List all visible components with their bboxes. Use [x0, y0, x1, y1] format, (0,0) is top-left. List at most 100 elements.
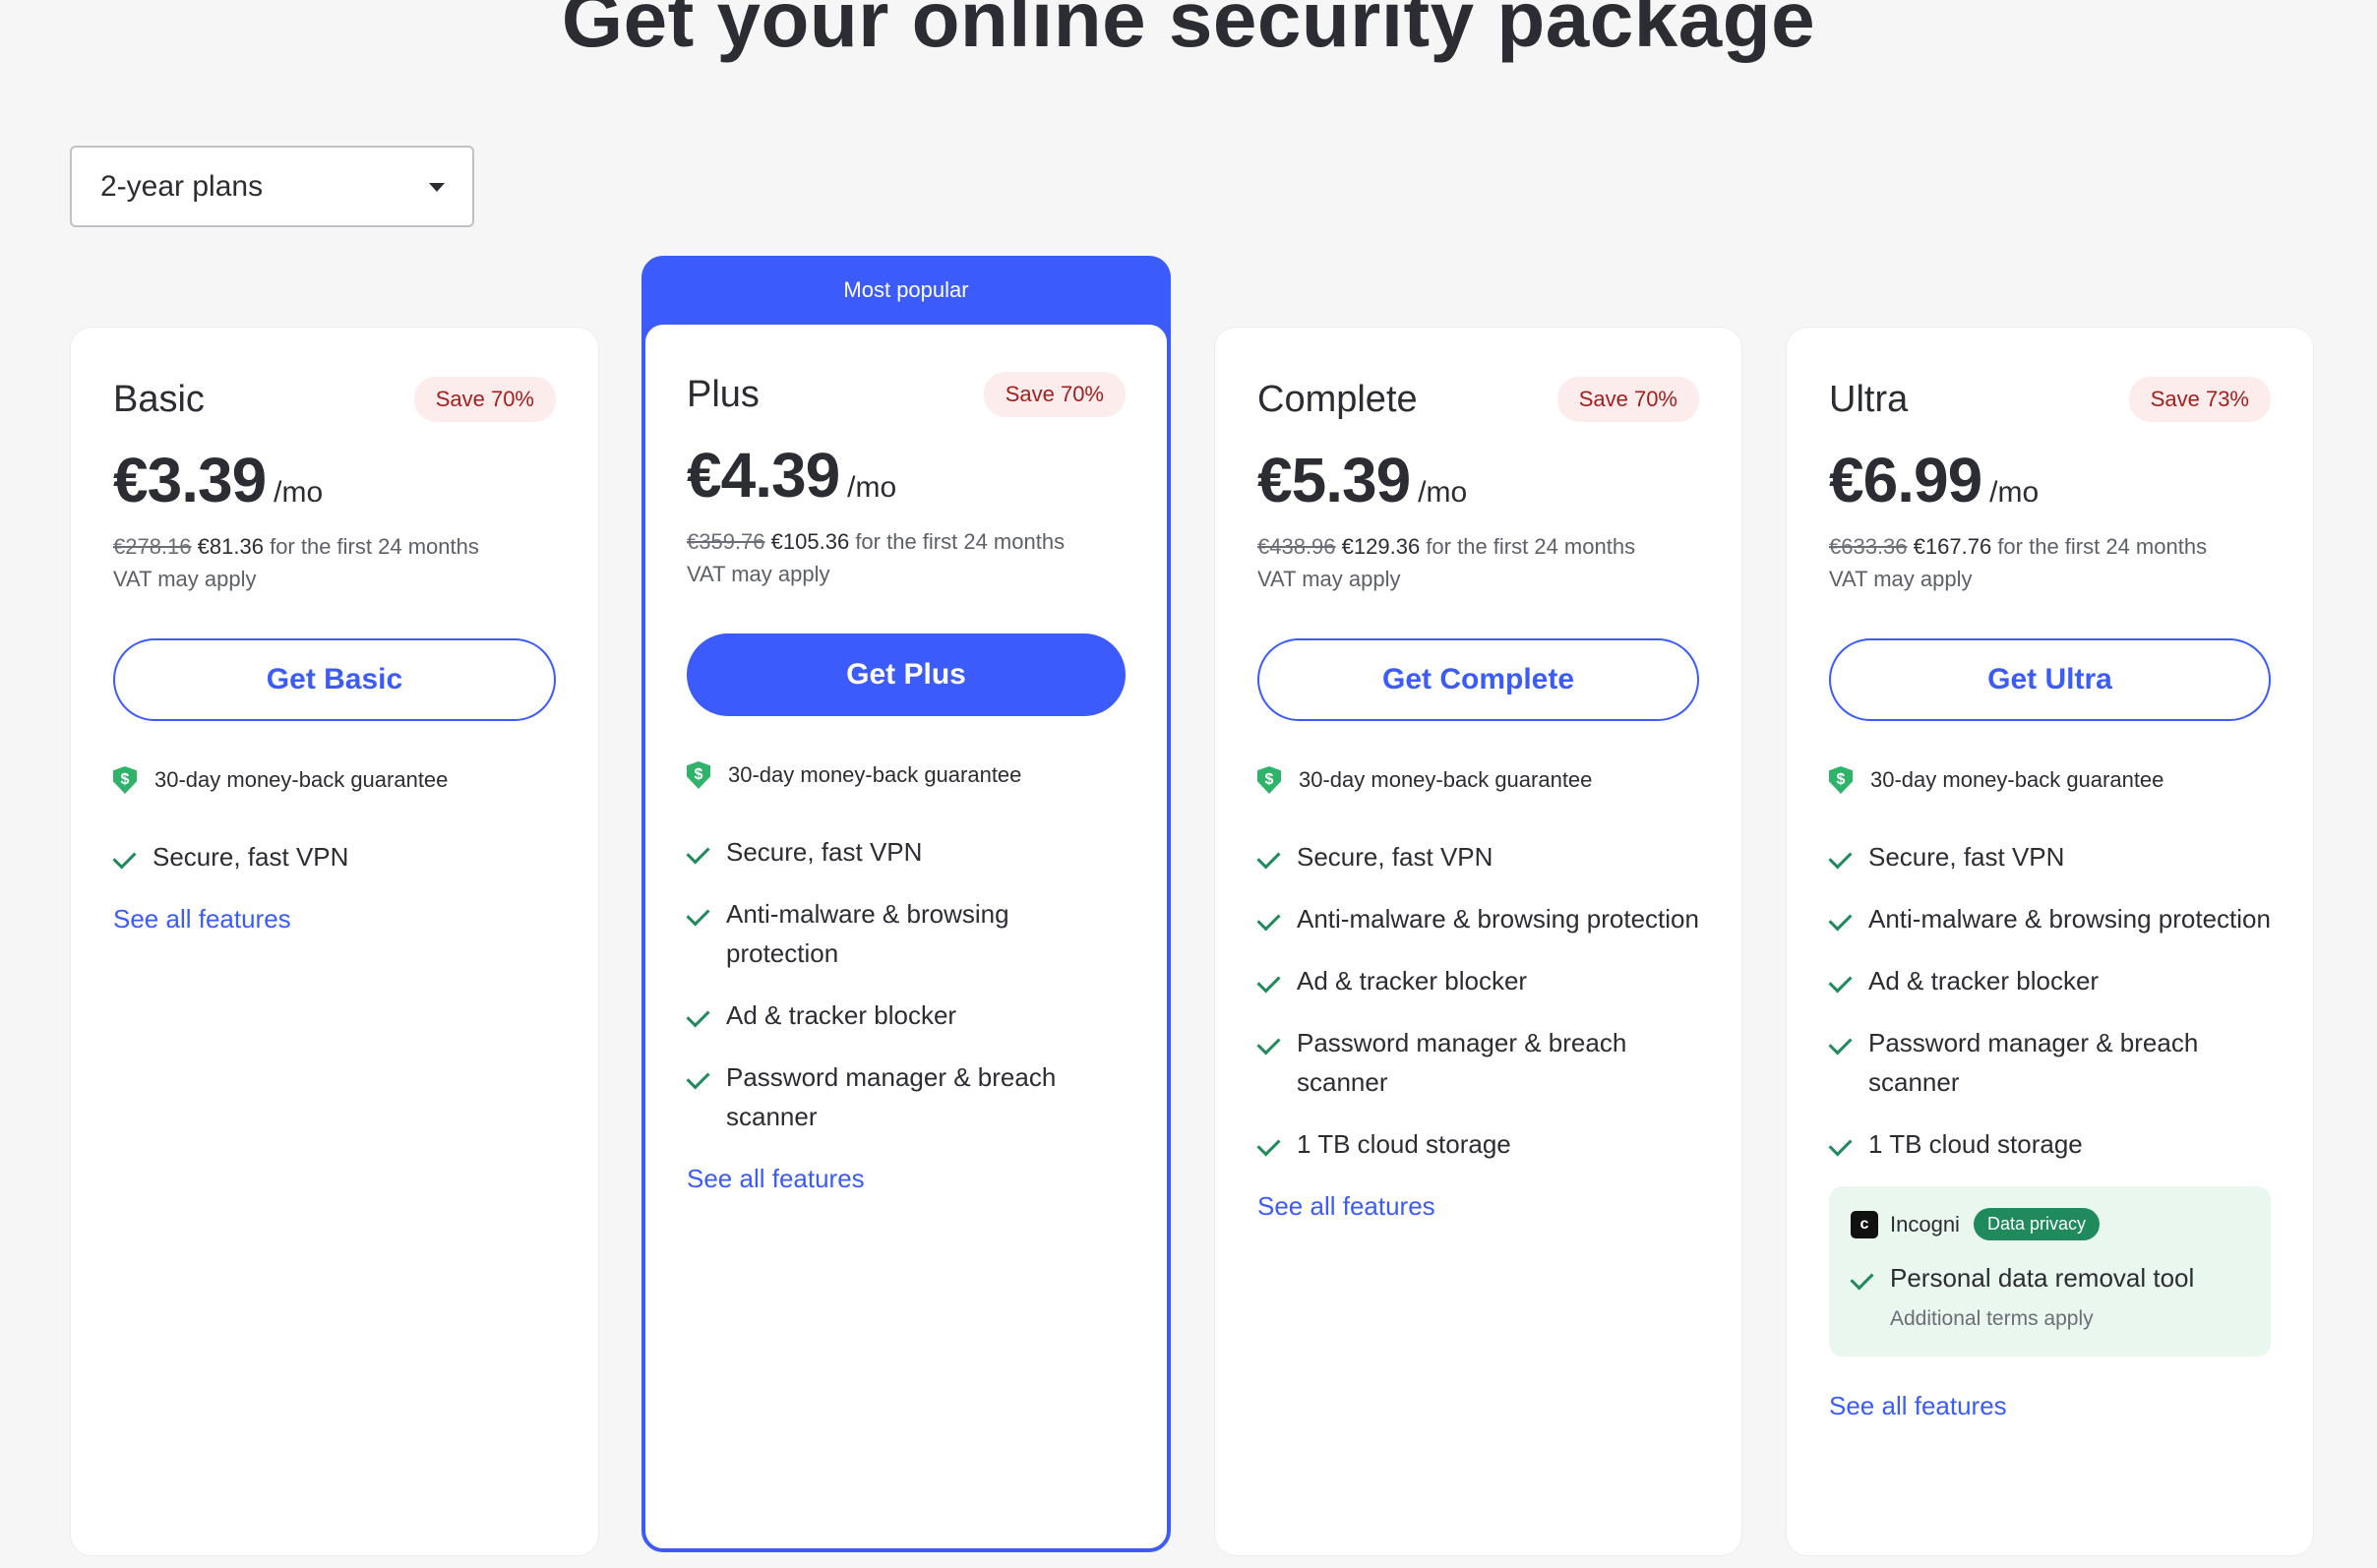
plan-name: Ultra	[1829, 378, 1909, 420]
feature-text: Secure, fast VPN	[1868, 842, 2065, 872]
feature-item: Secure, fast VPN	[687, 832, 1126, 872]
check-icon	[1257, 1023, 1283, 1062]
get-plus-button[interactable]: Get Plus	[687, 633, 1126, 716]
check-icon	[1257, 899, 1283, 938]
see-all-features-link[interactable]: See all features	[1257, 1191, 1435, 1222]
addon-brand: Incogni	[1890, 1211, 1960, 1236]
feature-text: 1 TB cloud storage	[1868, 1129, 2083, 1159]
page-title: Get your online security package	[561, 0, 1816, 63]
billing-details: €438.96 €129.36 for the first 24 months …	[1257, 530, 1699, 595]
addon-feature-text: Personal data removal tool	[1890, 1263, 2195, 1293]
vat-note: VAT may apply	[687, 562, 830, 586]
billing-period: for the first 24 months	[855, 529, 1066, 554]
see-all-features-link[interactable]: See all features	[1829, 1391, 2007, 1421]
discounted-total: €167.76	[1913, 534, 1992, 559]
plan-duration-value: 2-year plans	[100, 169, 264, 203]
check-icon	[113, 837, 139, 876]
plan-name: Basic	[113, 378, 205, 420]
feature-text: Secure, fast VPN	[152, 842, 349, 872]
feature-text: Secure, fast VPN	[726, 837, 923, 867]
billing-details: €633.36 €167.76 for the first 24 months …	[1829, 530, 2271, 595]
feature-text: Password manager & breach scanner	[726, 1062, 1057, 1131]
feature-item: Anti-malware & browsing protection	[1829, 899, 2271, 938]
plan-card-plus: Plus Save 70% €4.39 /mo €359.76 €105.36 …	[641, 321, 1171, 1552]
guarantee-text: 30-day money-back guarantee	[1299, 767, 1593, 792]
guarantee-text: 30-day money-back guarantee	[728, 762, 1022, 787]
caret-down-icon	[429, 183, 445, 192]
vat-note: VAT may apply	[1257, 567, 1401, 591]
check-icon	[1257, 1124, 1283, 1164]
feature-item: Ad & tracker blocker	[1257, 961, 1699, 1000]
feature-item: Ad & tracker blocker	[687, 995, 1126, 1035]
check-icon	[687, 995, 712, 1035]
feature-text: Anti-malware & browsing protection	[1868, 904, 2271, 934]
billing-period: for the first 24 months	[270, 534, 479, 559]
shield-dollar-icon: $	[687, 761, 710, 789]
money-back-guarantee: $ 30-day money-back guarantee	[113, 766, 556, 794]
check-icon	[1829, 899, 1855, 938]
feature-text: Password manager & breach scanner	[1297, 1028, 1627, 1097]
monthly-price: €3.39	[113, 445, 267, 515]
save-badge: Save 70%	[413, 377, 556, 422]
addon-terms-note: Additional terms apply	[1890, 1307, 2094, 1330]
feature-item: 1 TB cloud storage	[1829, 1124, 2271, 1164]
money-back-guarantee: $ 30-day money-back guarantee	[687, 761, 1126, 789]
price-row: €4.39 /mo	[687, 439, 1126, 512]
feature-item: Anti-malware & browsing protection	[1257, 899, 1699, 938]
plan-header: Plus Save 70%	[687, 370, 1126, 419]
feature-item: Secure, fast VPN	[1257, 837, 1699, 876]
discounted-total: €105.36	[770, 529, 850, 554]
see-all-features-link[interactable]: See all features	[113, 904, 291, 935]
plan-card-basic: Basic Save 70% €3.39 /mo €278.16 €81.36 …	[70, 327, 599, 1556]
feature-text: Ad & tracker blocker	[726, 1000, 957, 1030]
billing-details: €359.76 €105.36 for the first 24 months …	[687, 525, 1126, 590]
feature-item: Password manager & breach scanner	[1257, 1023, 1699, 1102]
original-total: €633.36	[1829, 534, 1908, 559]
save-badge: Save 70%	[1556, 377, 1699, 422]
feature-text: Secure, fast VPN	[1297, 842, 1493, 872]
price-row: €3.39 /mo	[113, 444, 556, 516]
plan-duration-select[interactable]: 2-year plans	[70, 146, 474, 227]
check-icon	[1829, 837, 1855, 876]
money-back-guarantee: $ 30-day money-back guarantee	[1829, 766, 2271, 794]
billing-period: for the first 24 months	[1997, 534, 2208, 559]
save-badge: Save 70%	[983, 372, 1126, 417]
price-row: €6.99 /mo	[1829, 444, 2271, 516]
plan-header: Basic Save 70%	[113, 375, 556, 424]
feature-list: Secure, fast VPN Anti-malware & browsing…	[687, 832, 1126, 1136]
shield-dollar-icon: $	[1829, 766, 1853, 794]
incogni-logo-icon: c	[1851, 1210, 1878, 1238]
check-icon	[1257, 837, 1283, 876]
pricing-page: Get your online security package 2-year …	[0, 0, 2377, 1568]
price-period: /mo	[1989, 476, 2040, 509]
original-total: €359.76	[687, 529, 765, 554]
plan-header: Complete Save 70%	[1257, 375, 1699, 424]
plan-name: Plus	[687, 373, 760, 415]
plan-name: Complete	[1257, 378, 1418, 420]
check-icon	[1829, 961, 1855, 1000]
feature-list: Secure, fast VPN	[113, 837, 556, 876]
feature-item: Secure, fast VPN	[1829, 837, 2271, 876]
see-all-features-link[interactable]: See all features	[687, 1164, 865, 1194]
feature-text: Ad & tracker blocker	[1297, 966, 1528, 995]
incogni-addon: c Incogni Data privacy Personal data rem…	[1829, 1186, 2271, 1357]
get-complete-button[interactable]: Get Complete	[1257, 638, 1699, 721]
billing-details: €278.16 €81.36 for the first 24 months V…	[113, 530, 556, 595]
price-period: /mo	[847, 471, 897, 504]
feature-text: Ad & tracker blocker	[1868, 966, 2100, 995]
shield-dollar-icon: $	[113, 766, 137, 794]
monthly-price: €6.99	[1829, 445, 1982, 515]
check-icon	[687, 1057, 712, 1097]
get-ultra-button[interactable]: Get Ultra	[1829, 638, 2271, 721]
check-icon	[1829, 1023, 1855, 1062]
guarantee-text: 30-day money-back guarantee	[154, 767, 449, 792]
price-period: /mo	[274, 476, 324, 509]
feature-text: Password manager & breach scanner	[1868, 1028, 2199, 1097]
get-basic-button[interactable]: Get Basic	[113, 638, 556, 721]
feature-text: Anti-malware & browsing protection	[1297, 904, 1699, 934]
feature-list: Secure, fast VPN Anti-malware & browsing…	[1257, 837, 1699, 1164]
check-icon	[687, 894, 712, 934]
monthly-price: €5.39	[1257, 445, 1411, 515]
guarantee-text: 30-day money-back guarantee	[1870, 767, 2164, 792]
original-total: €438.96	[1257, 534, 1336, 559]
